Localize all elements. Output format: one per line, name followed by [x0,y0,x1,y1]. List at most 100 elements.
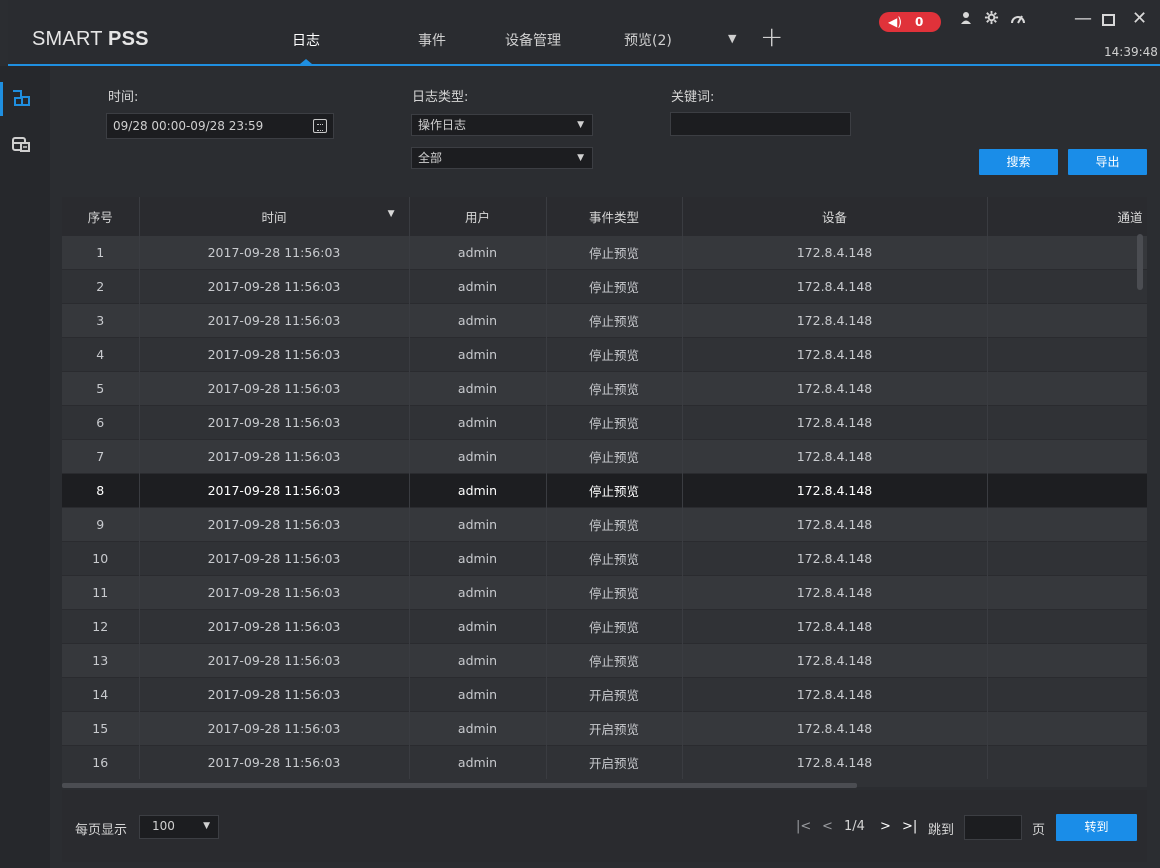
horizontal-scrollbar[interactable] [62,783,857,788]
table-row[interactable]: 12 2017-09-28 11:56:03 admin 停止预览 172.8.4.14… [62,609,1147,644]
device-tree-icon[interactable] [11,134,33,156]
cell-time: 2017-09-28 11:56:03 [139,405,410,440]
jump-page-input[interactable] [964,815,1022,840]
device-list-icon[interactable] [0,82,33,116]
cell-index: 15 [62,711,140,746]
tabs-more-icon[interactable]: ▼ [728,32,736,45]
sort-desc-icon[interactable]: ▼ [388,209,395,219]
cell-time: 2017-09-28 11:56:03 [139,371,410,406]
user-icon[interactable] [959,10,973,29]
cell-event-type: 停止预览 [546,575,683,610]
log-subtype-select[interactable]: 全部 ▼ [411,147,593,169]
calendar-icon[interactable] [313,119,327,133]
first-page-icon[interactable]: |< [796,819,811,834]
cell-time: 2017-09-28 11:56:03 [139,745,410,779]
cell-device: 172.8.4.148 [682,745,988,779]
cell-user: admin [409,439,547,474]
cell-index: 5 [62,371,140,406]
table-row[interactable]: 14 2017-09-28 11:56:03 admin 开启预览 172.8.4.14… [62,677,1147,712]
table-row[interactable]: 13 2017-09-28 11:56:03 admin 停止预览 172.8.4.14… [62,643,1147,678]
log-type-select[interactable]: 操作日志 ▼ [411,114,593,136]
cell-user: admin [409,643,547,678]
cell-time: 2017-09-28 11:56:03 [139,303,410,338]
app-logo: SMART PSS [32,28,149,50]
alarm-badge[interactable]: ◀) 0 [879,12,941,32]
cell-event-type: 开启预览 [546,677,683,712]
tab-events[interactable]: 事件 [418,30,446,64]
export-button[interactable]: 导出 [1068,149,1147,175]
add-tab-icon[interactable]: + [760,20,783,53]
cell-index: 4 [62,337,140,372]
cell-device: 172.8.4.148 [682,643,988,678]
speaker-icon: ◀) [888,15,902,29]
page-unit-label: 页 [1032,823,1046,838]
time-range-field[interactable]: 09/28 00:00-09/28 23:59 [106,113,334,139]
search-button[interactable]: 搜索 [979,149,1058,175]
cell-device: 172.8.4.148 [682,371,988,406]
cell-device: 172.8.4.148 [682,473,988,508]
minimize-icon[interactable]: — [1074,8,1092,29]
table-row[interactable]: 5 2017-09-28 11:56:03 admin 停止预览 172.8.4.148 [62,371,1147,406]
cell-device: 172.8.4.148 [682,575,988,610]
cell-channel [987,473,1147,508]
cell-index: 7 [62,439,140,474]
cell-event-type: 停止预览 [546,405,683,440]
table-row[interactable]: 4 2017-09-28 11:56:03 admin 停止预览 172.8.4.148 [62,337,1147,372]
cell-time: 2017-09-28 11:56:03 [139,235,410,270]
cell-event-type: 停止预览 [546,541,683,576]
per-page-select[interactable]: 100 ▼ [139,815,219,839]
prev-page-icon[interactable]: < [822,819,833,834]
table-row[interactable]: 15 2017-09-28 11:56:03 admin 开启预览 172.8.4.14… [62,711,1147,746]
table-row[interactable]: 8 2017-09-28 11:56:03 admin 停止预览 172.8.4.148 [62,473,1147,508]
cell-channel [987,269,1147,304]
cell-user: admin [409,677,547,712]
last-page-icon[interactable]: >| [902,819,917,834]
cell-channel [987,507,1147,542]
vertical-scrollbar[interactable] [1137,234,1143,290]
jump-label: 跳到 [928,823,955,838]
cell-channel [987,371,1147,406]
cell-user: admin [409,609,547,644]
cell-time: 2017-09-28 11:56:03 [139,269,410,304]
maximize-icon[interactable] [1102,10,1115,31]
table-row[interactable]: 9 2017-09-28 11:56:03 admin 停止预览 172.8.4.148 [62,507,1147,542]
table-row[interactable]: 3 2017-09-28 11:56:03 admin 停止预览 172.8.4.148 [62,303,1147,338]
cell-user: admin [409,575,547,610]
cell-event-type: 停止预览 [546,507,683,542]
cell-user: admin [409,269,547,304]
cell-index: 3 [62,303,140,338]
column-header-event-type[interactable]: 事件类型 [546,197,683,236]
cell-index: 11 [62,575,140,610]
table-row[interactable]: 2 2017-09-28 11:56:03 admin 停止预览 172.8.4.148 [62,269,1147,304]
cell-user: admin [409,337,547,372]
table-row[interactable]: 11 2017-09-28 11:56:03 admin 停止预览 172.8.4.14… [62,575,1147,610]
per-page-label: 每页显示 [75,823,128,838]
table-row[interactable]: 7 2017-09-28 11:56:03 admin 停止预览 172.8.4.148 [62,439,1147,474]
cell-channel [987,575,1147,610]
table-row[interactable]: 16 2017-09-28 11:56:03 admin 开启预览 172.8.4.14… [62,745,1147,779]
column-header-channel[interactable]: 通道 [987,197,1147,236]
column-header-user[interactable]: 用户 [409,197,547,236]
cell-device: 172.8.4.148 [682,235,988,270]
column-header-time[interactable]: 时间 ▼ [139,197,410,236]
table-row[interactable]: 1 2017-09-28 11:56:03 admin 停止预览 172.8.4.148 [62,235,1147,270]
tab-log[interactable]: 日志 [292,30,320,64]
cell-index: 2 [62,269,140,304]
next-page-icon[interactable]: > [880,819,891,834]
cell-channel [987,405,1147,440]
cell-index: 8 [62,473,140,508]
table-row[interactable]: 6 2017-09-28 11:56:03 admin 停止预览 172.8.4.148 [62,405,1147,440]
tab-preview[interactable]: 预览(2) [624,30,672,64]
cell-time: 2017-09-28 11:56:03 [139,541,410,576]
table-row[interactable]: 10 2017-09-28 11:56:03 admin 停止预览 172.8.4.14… [62,541,1147,576]
keyword-input[interactable] [670,112,851,136]
column-header-index[interactable]: 序号 [62,197,140,236]
cell-event-type: 停止预览 [546,269,683,304]
performance-icon[interactable] [1010,10,1026,29]
close-icon[interactable]: ✕ [1132,8,1147,29]
goto-page-button[interactable]: 转到 [1056,814,1137,841]
settings-icon[interactable] [984,10,999,29]
chevron-down-icon: ▼ [577,120,584,130]
tab-device-management[interactable]: 设备管理 [505,30,561,64]
column-header-device[interactable]: 设备 [682,197,988,236]
